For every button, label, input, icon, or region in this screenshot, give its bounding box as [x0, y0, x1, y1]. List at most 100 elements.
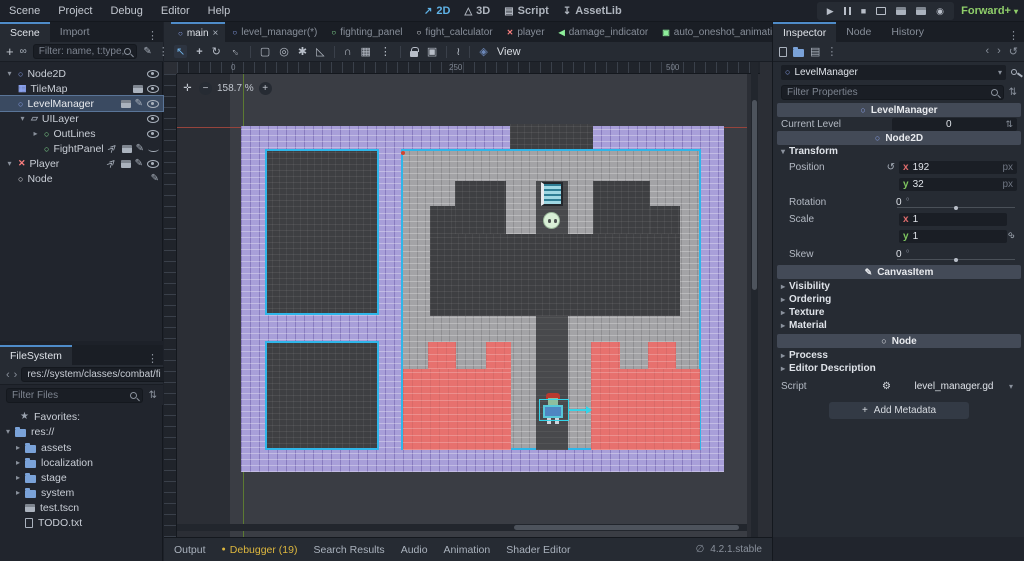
script-field[interactable]: level_manager.gd ▾	[899, 380, 1017, 393]
visibility-eye-icon[interactable]	[147, 99, 159, 108]
gear-icon[interactable]: ⚙	[882, 381, 891, 392]
section-process[interactable]: ▸ Process	[773, 349, 1024, 362]
zoom-level[interactable]: 158.7 %	[217, 83, 254, 94]
current-path-field[interactable]: res://system/classes/combat/fi	[21, 367, 167, 382]
bottom-tab-audio[interactable]: Audio	[401, 544, 428, 556]
tree-row-levelmanager[interactable]: ○ LevelManager ✎	[0, 95, 164, 112]
script-icon[interactable]: ✎	[151, 173, 159, 184]
pause-button[interactable]	[843, 7, 851, 15]
tree-row-player[interactable]: ▾ ✕ Player ≫ ✎	[0, 156, 163, 171]
play-button[interactable]: ▶	[827, 6, 834, 17]
tab-scene[interactable]: Scene	[0, 22, 50, 42]
section-transform[interactable]: ▾ Transform	[773, 145, 1024, 158]
tab-node[interactable]: Node	[836, 22, 881, 42]
scene-tab-fighting-panel[interactable]: ○ fighting_panel	[324, 22, 409, 42]
category-node[interactable]: ○ Node	[777, 334, 1021, 348]
node-selector[interactable]: ○ LevelManager ▾	[781, 64, 1006, 80]
pan-view-icon[interactable]: ✛	[181, 82, 194, 95]
close-icon[interactable]: ×	[213, 28, 219, 39]
scale-x-field[interactable]: x 1	[899, 213, 1007, 226]
current-level-field[interactable]: 0 ⇅	[892, 117, 1017, 131]
expand-arrow-icon[interactable]: ▸	[16, 458, 20, 467]
onion-skin-icon[interactable]: ◈	[479, 45, 487, 58]
collapse-arrow-icon[interactable]: ▾	[5, 69, 14, 78]
add-metadata-button[interactable]: + Add Metadata	[829, 402, 969, 419]
tree-row-fightpanel[interactable]: ○ FightPanel ≫ ✎	[0, 141, 163, 156]
fs-row-testtscn[interactable]: test.tscn	[0, 500, 163, 515]
history-back-icon[interactable]: ‹	[985, 45, 989, 58]
script-icon[interactable]: ✎	[135, 98, 143, 109]
workspace-3d[interactable]: △ 3D	[464, 5, 490, 17]
pan-tool[interactable]: ✱	[298, 45, 307, 58]
section-ordering[interactable]: ▸ Ordering	[773, 293, 1024, 306]
expand-arrow-icon[interactable]: ▸	[31, 129, 40, 138]
pin-key-icon[interactable]	[1011, 69, 1017, 75]
load-resource-icon[interactable]	[793, 46, 804, 57]
scene-tab-fight-calculator[interactable]: ○ fight_calculator	[410, 22, 500, 42]
tree-row-node[interactable]: ○ Node ✎	[0, 171, 163, 186]
scene-tab-main[interactable]: ○ main ×	[171, 22, 226, 42]
vertical-scroll-thumb[interactable]	[752, 100, 757, 290]
visibility-eye-icon[interactable]	[147, 84, 159, 93]
object-history-icon[interactable]: ↺	[1009, 45, 1018, 58]
skew-slider[interactable]	[897, 257, 1015, 262]
menu-help[interactable]: Help	[199, 5, 240, 17]
scale-y-field[interactable]: y 1	[899, 230, 1007, 243]
group-icon[interactable]	[133, 84, 143, 93]
menu-scene[interactable]: Scene	[0, 5, 49, 17]
fs-row-todotxt[interactable]: TODO.txt	[0, 515, 163, 530]
filesystem-menu-icon[interactable]: ⋮	[142, 352, 163, 365]
group-icon[interactable]	[120, 99, 131, 108]
tree-row-tilemap[interactable]: ▦ TileMap	[0, 81, 163, 96]
filter-files-input[interactable]: Filter Files	[6, 387, 143, 403]
bottom-tab-search-results[interactable]: Search Results	[313, 544, 384, 556]
scene-tab-player[interactable]: ✕ player	[500, 22, 552, 42]
vertical-scrollbar[interactable]	[751, 62, 758, 537]
nav-back-icon[interactable]: ‹	[6, 369, 10, 381]
view-menu-button[interactable]: View	[497, 46, 521, 58]
horizontal-scrollbar[interactable]	[177, 524, 747, 531]
fs-row-stage[interactable]: ▸ stage	[0, 470, 163, 485]
section-visibility[interactable]: ▸ Visibility	[773, 280, 1024, 293]
bottom-tab-shader-editor[interactable]: Shader Editor	[506, 544, 570, 556]
workspace-2d[interactable]: ↗ 2D	[424, 5, 450, 17]
canvas-viewport[interactable]: 0 250 500 ✛ − 158.7 % +	[164, 62, 772, 537]
bottom-tab-animation[interactable]: Animation	[444, 544, 491, 556]
new-resource-icon[interactable]	[779, 46, 787, 57]
visibility-eye-icon[interactable]	[147, 159, 159, 168]
instance-scene-icon[interactable]: ∞	[20, 46, 27, 57]
filter-properties-input[interactable]: Filter Properties	[781, 84, 1004, 100]
play-custom-scene-button[interactable]	[916, 7, 927, 15]
group-icon[interactable]	[120, 159, 131, 168]
visibility-hidden-icon[interactable]	[148, 146, 159, 152]
tab-import[interactable]: Import	[50, 22, 100, 42]
script-icon[interactable]: ✎	[135, 158, 143, 169]
sort-files-icon[interactable]: ⇅	[149, 390, 157, 401]
nav-forward-icon[interactable]: ›	[14, 369, 18, 381]
tree-row-node2d[interactable]: ▾ ○ Node2D	[0, 66, 163, 81]
visibility-eye-icon[interactable]	[147, 69, 159, 78]
scale-tool[interactable]: ⇔	[227, 43, 243, 59]
scene-tab-damage-indicator[interactable]: ◀ damage_indicator	[552, 22, 656, 42]
select-tool[interactable]: ↖	[174, 45, 188, 58]
renderer-select[interactable]: Forward+ ▾	[961, 0, 1018, 22]
scene-tab-auto-oneshot-animation[interactable]: ▣ auto_oneshot_animation	[655, 22, 790, 42]
workspace-assetlib[interactable]: ↧ AssetLib	[563, 5, 622, 17]
scene-dock-menu-icon[interactable]: ⋮	[142, 29, 163, 42]
zoom-out-button[interactable]: −	[199, 82, 212, 95]
play-scene-button[interactable]	[896, 7, 907, 15]
bottom-tab-debugger[interactable]: Debugger (19)	[222, 544, 298, 556]
pivot-tool[interactable]: ◎	[279, 45, 289, 58]
lock-icon[interactable]	[409, 46, 419, 57]
menu-editor[interactable]: Editor	[152, 5, 199, 17]
revert-icon[interactable]: ↺	[887, 162, 895, 173]
category-node2d[interactable]: ○ Node2D	[777, 131, 1021, 145]
tab-history[interactable]: History	[881, 22, 934, 42]
grid-snap-icon[interactable]: ▦	[360, 45, 370, 58]
collapse-arrow-icon[interactable]: ▾	[6, 427, 10, 436]
bottom-tab-output[interactable]: Output	[174, 544, 206, 556]
skeleton-options-icon[interactable]: ≀	[456, 45, 460, 58]
rotate-tool[interactable]: ↻	[212, 45, 221, 58]
menu-debug[interactable]: Debug	[101, 5, 151, 17]
smart-snap-icon[interactable]: ∩	[344, 46, 352, 58]
